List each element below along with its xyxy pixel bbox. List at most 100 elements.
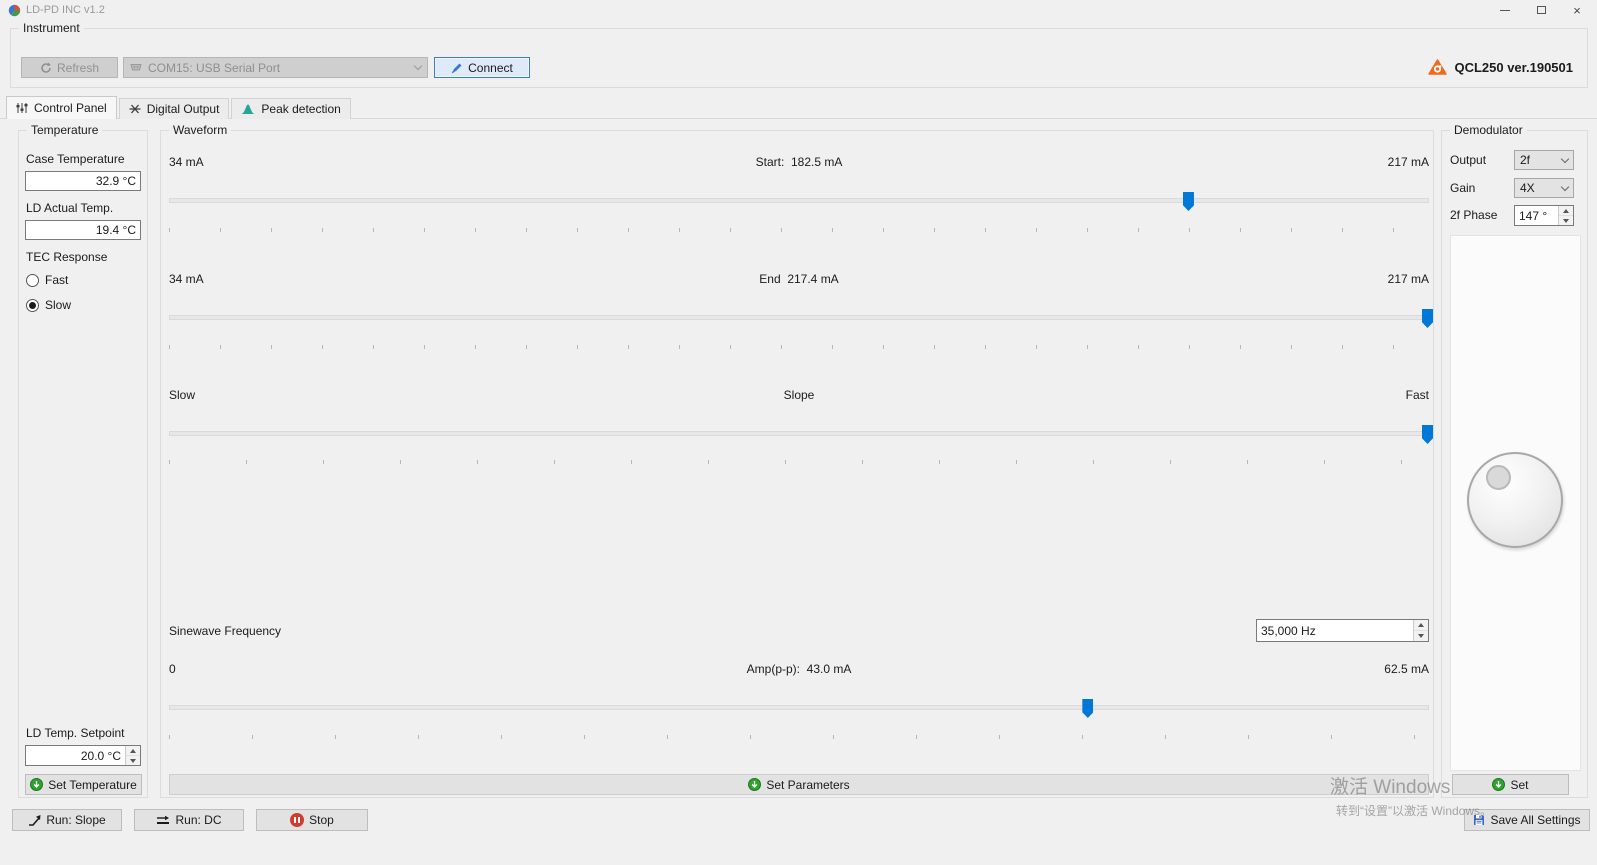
- tab-peak-detection-label: Peak detection: [261, 102, 340, 116]
- set-temperature-button[interactable]: Set Temperature: [25, 774, 142, 795]
- end-max-label: 217 mA: [1388, 272, 1429, 286]
- start-slider-thumb[interactable]: [1183, 192, 1194, 211]
- peak-icon: [241, 103, 255, 115]
- tab-peak-detection[interactable]: Peak detection: [231, 98, 350, 119]
- end-slider-ticks: [169, 345, 1429, 349]
- radio-checked-icon: [26, 299, 39, 312]
- tec-slow-radio[interactable]: Slow: [26, 298, 71, 312]
- ld-actual-temp-value: 19.4 °C: [26, 223, 140, 237]
- end-min-label: 34 mA: [169, 272, 204, 286]
- device-version-text: QCL250 ver.190501: [1454, 60, 1573, 75]
- up-arrow-icon[interactable]: [1414, 620, 1428, 631]
- run-slope-button[interactable]: Run: Slope: [12, 809, 122, 831]
- gain-label: Gain: [1450, 181, 1475, 195]
- tec-fast-radio[interactable]: Fast: [26, 273, 68, 287]
- tab-strip: Control Panel Digital Output Peak detect…: [6, 96, 351, 119]
- tec-slow-label: Slow: [45, 298, 71, 312]
- slope-slider[interactable]: [169, 431, 1429, 436]
- maximize-icon: [1537, 6, 1546, 14]
- run-dc-button[interactable]: Run: DC: [134, 809, 244, 831]
- stop-label: Stop: [309, 813, 334, 827]
- phase-knob[interactable]: [1467, 452, 1563, 548]
- run-slope-label: Run: Slope: [46, 813, 105, 827]
- amp-slider[interactable]: [169, 705, 1429, 710]
- set-parameters-label: Set Parameters: [766, 778, 849, 792]
- amp-slider-thumb[interactable]: [1082, 699, 1093, 718]
- case-temp-value: 32.9 °C: [26, 174, 140, 188]
- save-all-settings-label: Save All Settings: [1490, 813, 1580, 827]
- case-temp-field[interactable]: 32.9 °C: [25, 171, 141, 191]
- com-port-select[interactable]: COM15: USB Serial Port: [123, 57, 428, 78]
- down-arrow-icon[interactable]: [1414, 631, 1428, 641]
- stepper-arrows[interactable]: [1558, 206, 1573, 225]
- tab-digital-output-label: Digital Output: [147, 102, 220, 116]
- knob-indicator-dot: [1486, 465, 1511, 490]
- slope-min-label: Slow: [169, 388, 195, 402]
- end-value-label: End 217.4 mA: [759, 272, 838, 286]
- start-max-label: 217 mA: [1388, 155, 1429, 169]
- titlebar: LD-PD INC v1.2 ×: [0, 0, 1597, 20]
- set-demodulator-button[interactable]: Set: [1452, 774, 1569, 795]
- start-slider[interactable]: [169, 198, 1429, 203]
- down-arrow-icon[interactable]: [1559, 216, 1573, 225]
- demodulator-group-label: Demodulator: [1450, 123, 1527, 137]
- sinewave-frequency-value: 35,000 Hz: [1257, 624, 1413, 638]
- amp-min-label: 0: [169, 662, 176, 676]
- digital-output-icon: [129, 103, 141, 115]
- radio-icon: [26, 274, 39, 287]
- tab-control-panel[interactable]: Control Panel: [6, 96, 117, 119]
- close-button[interactable]: ×: [1562, 0, 1592, 20]
- output-select[interactable]: 2f: [1514, 150, 1574, 170]
- serial-port-icon: [130, 63, 142, 72]
- ld-actual-temp-field[interactable]: 19.4 °C: [25, 220, 141, 240]
- slope-slider-thumb[interactable]: [1422, 425, 1433, 444]
- maximize-button[interactable]: [1526, 0, 1556, 20]
- stepper-arrows[interactable]: [125, 746, 140, 765]
- start-slider-labels: 34 mA Start: 182.5 mA 217 mA: [169, 155, 1429, 170]
- temperature-group-label: Temperature: [27, 123, 102, 137]
- end-slider[interactable]: [169, 315, 1429, 320]
- tab-digital-output[interactable]: Digital Output: [119, 98, 230, 119]
- waveform-group: Waveform 34 mA Start: 182.5 mA 217 mA 34…: [160, 130, 1434, 798]
- gain-select[interactable]: 4X: [1514, 178, 1574, 198]
- refresh-label: Refresh: [57, 61, 99, 75]
- connect-label: Connect: [468, 61, 513, 75]
- ld-setpoint-value: 20.0 °C: [26, 749, 125, 763]
- amp-max-label: 62.5 mA: [1384, 662, 1429, 676]
- save-all-settings-button[interactable]: Save All Settings: [1464, 809, 1590, 831]
- stepper-arrows[interactable]: [1413, 620, 1428, 641]
- app-logo-icon: [8, 4, 21, 17]
- amp-slider-ticks: [169, 735, 1429, 739]
- stop-icon: [290, 813, 304, 827]
- sinewave-frequency-stepper[interactable]: 35,000 Hz: [1256, 619, 1429, 642]
- instrument-group: Instrument Refresh COM15: USB Serial Por…: [10, 28, 1588, 88]
- stop-button[interactable]: Stop: [256, 809, 368, 831]
- gain-value: 4X: [1520, 181, 1558, 195]
- refresh-button[interactable]: Refresh: [21, 57, 118, 78]
- up-arrow-icon[interactable]: [1559, 206, 1573, 216]
- up-arrow-icon[interactable]: [126, 746, 140, 756]
- set-temperature-label: Set Temperature: [48, 778, 137, 792]
- end-slider-thumb[interactable]: [1422, 309, 1433, 328]
- connect-button[interactable]: Connect: [434, 57, 530, 78]
- chevron-down-icon: [1561, 154, 1569, 162]
- set-parameters-button[interactable]: Set Parameters: [169, 774, 1429, 795]
- ld-actual-temp-label: LD Actual Temp.: [26, 201, 113, 215]
- set-green-icon: [1492, 778, 1505, 791]
- chevron-down-icon: [414, 62, 422, 70]
- phase-stepper[interactable]: 147 °: [1514, 205, 1574, 226]
- tab-control-panel-label: Control Panel: [34, 101, 107, 115]
- down-arrow-icon[interactable]: [126, 756, 140, 765]
- ld-setpoint-label: LD Temp. Setpoint: [26, 726, 125, 740]
- minimize-button[interactable]: [1490, 0, 1520, 20]
- ld-setpoint-stepper[interactable]: 20.0 °C: [25, 745, 141, 766]
- connect-pen-icon: [451, 62, 463, 74]
- slope-slider-labels: Slow Slope Fast: [169, 388, 1429, 403]
- chevron-down-icon: [1561, 182, 1569, 190]
- demodulator-group: Demodulator Output 2f Gain 4X 2f Phase 1…: [1441, 130, 1588, 798]
- phase-value: 147 °: [1515, 209, 1558, 223]
- set-demodulator-label: Set: [1510, 778, 1528, 792]
- refresh-icon: [40, 62, 52, 74]
- tec-fast-label: Fast: [45, 273, 68, 287]
- slope-max-label: Fast: [1406, 388, 1429, 402]
